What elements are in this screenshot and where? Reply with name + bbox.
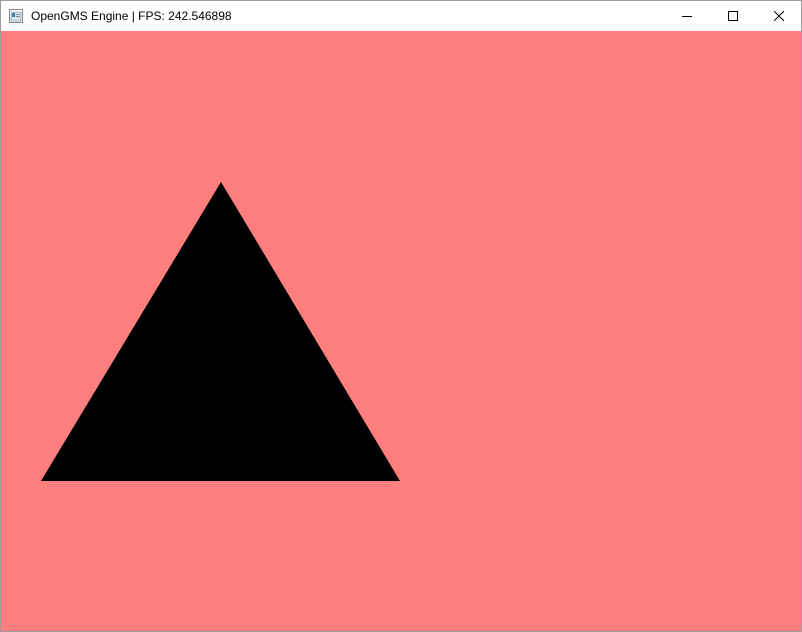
window-title: OpenGMS Engine | FPS: 242.546898 <box>31 9 232 23</box>
minimize-button[interactable] <box>664 1 710 31</box>
clear-color-background <box>1 31 801 631</box>
render-canvas <box>1 31 801 631</box>
maximize-button[interactable] <box>710 1 756 31</box>
close-button[interactable] <box>756 1 802 31</box>
app-window: OpenGMS Engine | FPS: 242.546898 <box>0 0 802 632</box>
close-icon <box>774 11 784 21</box>
maximize-icon <box>728 11 738 21</box>
minimize-icon <box>682 11 692 21</box>
application-window-icon <box>9 9 23 23</box>
render-viewport[interactable] <box>1 31 801 631</box>
title-bar[interactable]: OpenGMS Engine | FPS: 242.546898 <box>1 1 801 31</box>
